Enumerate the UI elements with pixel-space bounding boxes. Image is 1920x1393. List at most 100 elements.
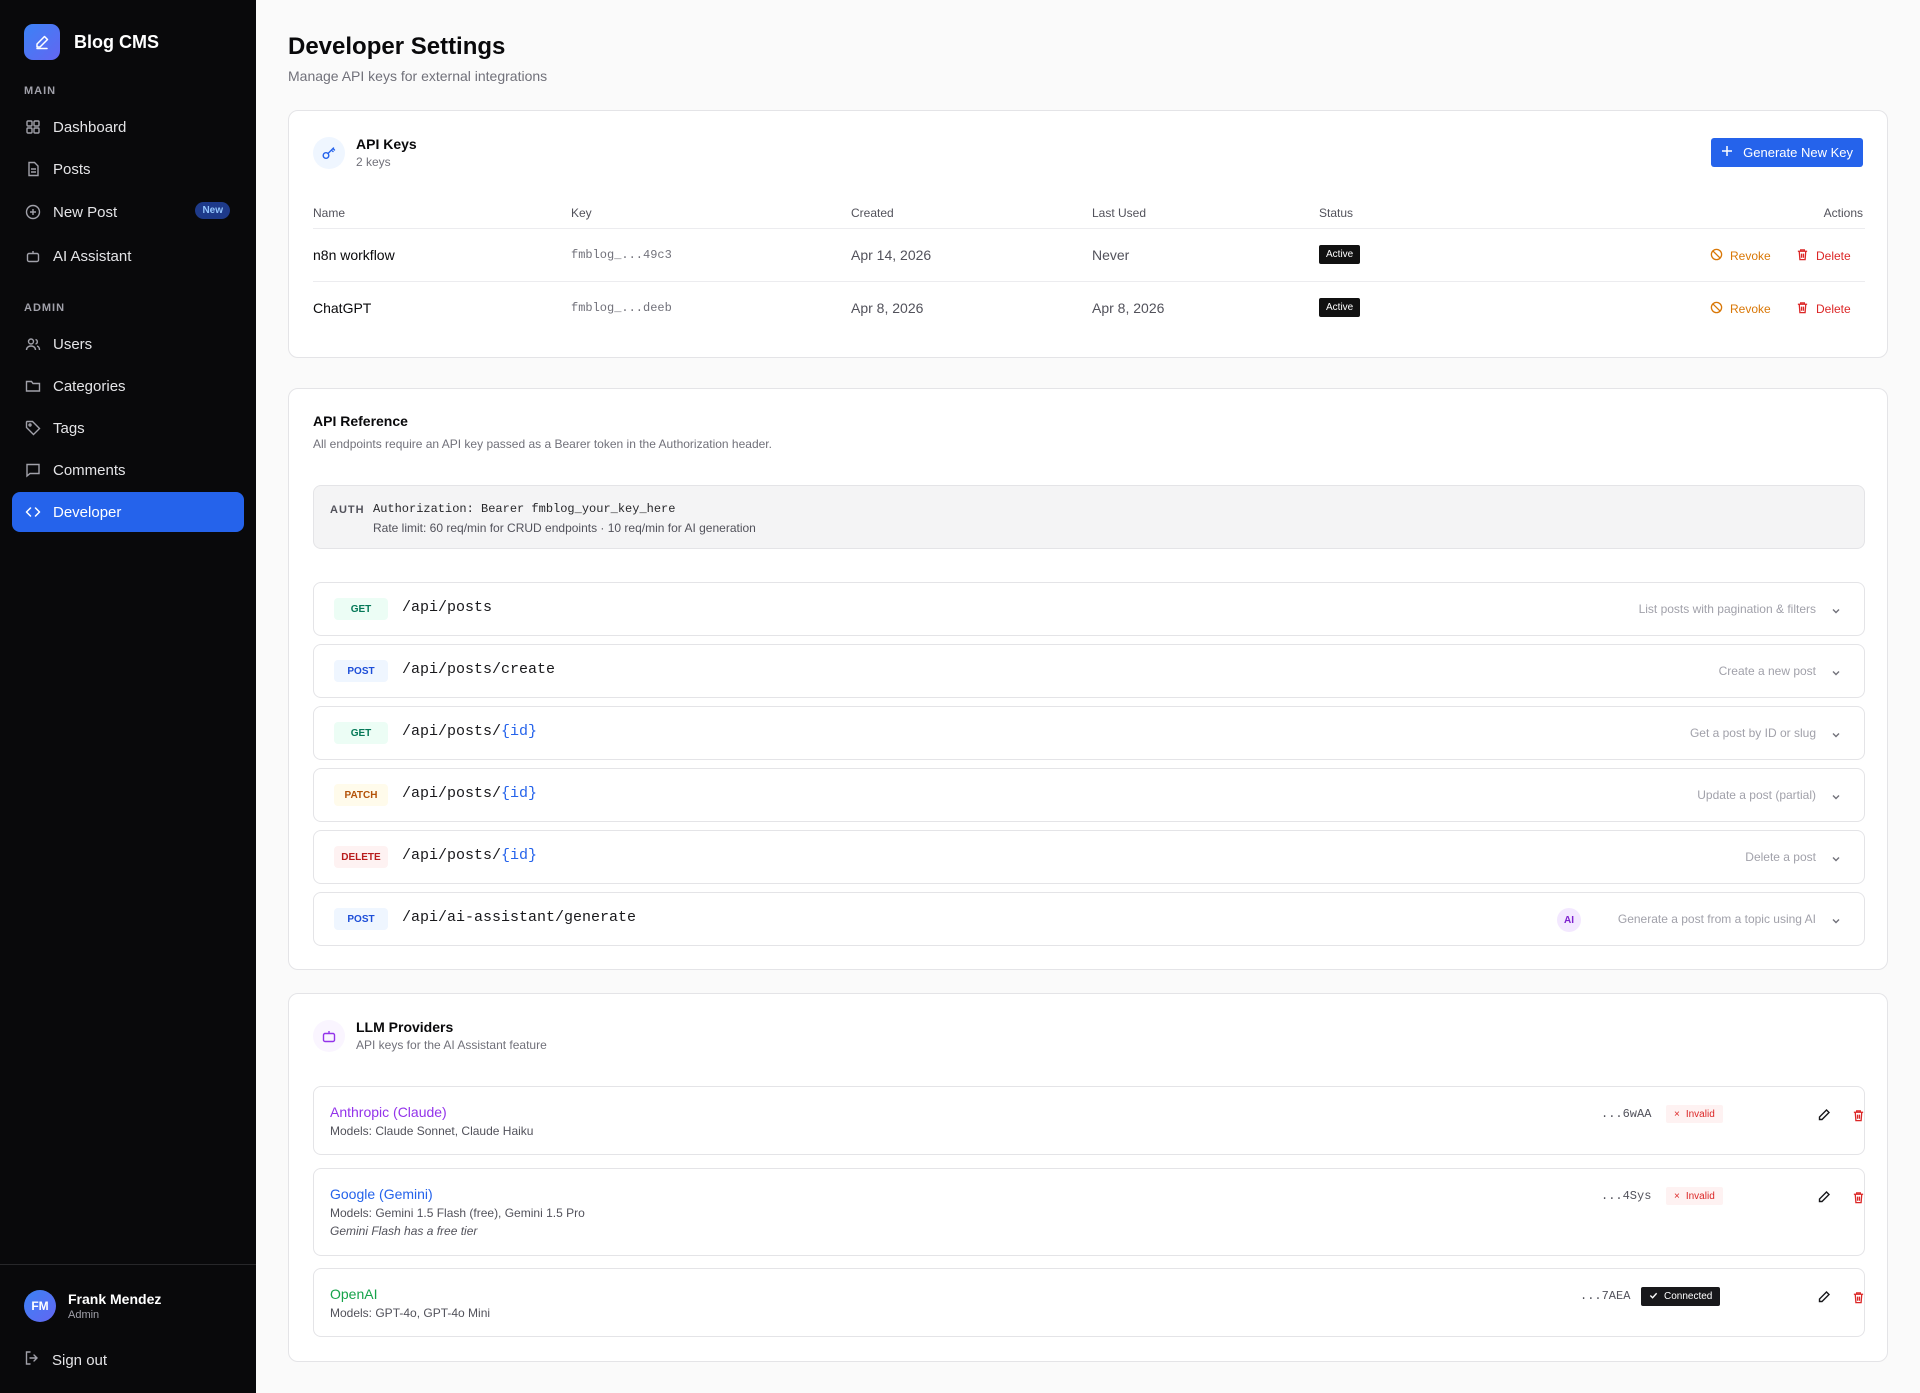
endpoint-row[interactable]: GET /api/posts List posts with paginatio… [313,582,1865,636]
sidebar-item-label: AI Assistant [53,247,132,265]
column-header-created: Created [851,206,894,220]
api-reference-subtitle: All endpoints require an API key passed … [313,437,772,451]
code-icon [25,504,41,520]
generate-key-button[interactable]: Generate New Key [1711,138,1863,167]
provider-name[interactable]: Anthropic (Claude) [330,1104,447,1120]
trash-icon[interactable] [1850,1189,1866,1205]
sidebar-item-tags[interactable]: Tags [12,408,244,448]
api-keys-card: API Keys 2 keys Generate New Key Name Ke… [288,110,1888,358]
sidebar-item-label: Developer [53,503,122,521]
check-icon [1649,1291,1658,1303]
path-text: /api/posts/create [402,661,556,678]
status-label: Connected [1664,1291,1713,1302]
method-badge: PATCH [334,784,388,806]
provider-models: Models: Claude Sonnet, Claude Haiku [330,1124,534,1138]
signout-button[interactable]: Sign out [24,1350,107,1370]
status-badge: × Invalid [1666,1105,1723,1123]
revoke-label: Revoke [1730,249,1771,263]
endpoint-description: Delete a post [1745,850,1816,864]
app-name: Blog CMS [74,31,159,52]
chevron-down-icon [1830,604,1842,622]
delete-button[interactable]: Delete [1796,248,1851,264]
plus-icon [1721,145,1733,160]
folder-icon [25,378,41,394]
edit-icon[interactable] [1816,1107,1832,1123]
path-text: /api/posts/ [402,785,502,802]
file-icon [25,161,41,177]
sidebar-item-developer[interactable]: Developer [12,492,244,532]
sidebar-item-new-post[interactable]: New Post New [12,192,244,232]
sidebar-item-categories[interactable]: Categories [12,366,244,406]
avatar: FM [24,1290,56,1322]
key-value: fmblog_...deeb [571,301,672,315]
path-param: {id} [501,785,538,802]
dashboard-icon [25,119,41,135]
user-profile[interactable]: FM Frank Mendez Admin [24,1290,161,1322]
sidebar-item-label: Posts [53,160,91,178]
endpoint-row[interactable]: PATCH /api/posts/{id} Update a post (par… [313,768,1865,822]
sidebar-divider [0,1264,256,1265]
revoke-button[interactable]: Revoke [1710,301,1771,317]
endpoint-row[interactable]: DELETE /api/posts/{id} Delete a post [313,830,1865,884]
path-text: /api/posts/ [402,723,502,740]
chevron-down-icon [1830,852,1842,870]
sidebar-item-label: New Post [53,203,118,221]
pen-icon [24,24,60,60]
provider-row: Google (Gemini) Models: Gemini 1.5 Flash… [313,1168,1865,1256]
path-param: {id} [501,847,538,864]
generate-key-label: Generate New Key [1743,145,1853,160]
delete-button[interactable]: Delete [1796,301,1851,317]
status-badge: Connected [1641,1287,1721,1306]
endpoint-row[interactable]: GET /api/posts/{id} Get a post by ID or … [313,706,1865,760]
status-label: Invalid [1685,1108,1715,1120]
endpoint-path: /api/posts/create [402,661,555,678]
sidebar-item-comments[interactable]: Comments [12,450,244,490]
endpoint-row[interactable]: POST /api/ai-assistant/generate AI Gener… [313,892,1865,946]
method-badge: POST [334,660,388,682]
ban-icon [1710,248,1723,264]
sidebar-item-users[interactable]: Users [12,324,244,364]
edit-icon[interactable] [1816,1289,1832,1305]
key-name: ChatGPT [313,300,372,316]
bot-icon [313,1020,345,1052]
provider-row: Anthropic (Claude) Models: Claude Sonnet… [313,1086,1865,1155]
column-header-key: Key [571,206,592,220]
endpoint-description: Generate a post from a topic using AI [1617,912,1816,926]
llm-providers-title: LLM Providers [356,1019,454,1035]
nav-section-admin: ADMIN [24,302,66,314]
key-last-used: Never [1092,247,1130,263]
column-header-last-used: Last Used [1092,206,1147,220]
column-header-name: Name [313,206,346,220]
key-name: n8n workflow [313,247,395,263]
table-divider [313,228,1865,229]
trash-icon[interactable] [1850,1289,1866,1305]
status-label: Invalid [1685,1190,1715,1202]
trash-icon[interactable] [1850,1107,1866,1123]
method-badge: GET [334,598,388,620]
sidebar-item-dashboard[interactable]: Dashboard [12,107,244,147]
sidebar-item-posts[interactable]: Posts [12,149,244,189]
api-keys-title: API Keys [356,136,417,152]
provider-name[interactable]: OpenAI [330,1286,377,1302]
endpoint-row[interactable]: POST /api/posts/create Create a new post [313,644,1865,698]
comment-icon [25,462,41,478]
trash-icon [1796,248,1809,264]
rate-limit-text: Rate limit: 60 req/min for CRUD endpoint… [373,521,756,535]
provider-key: ...6wAA [1601,1107,1652,1121]
key-last-used: Apr 8, 2026 [1092,300,1165,316]
method-badge: GET [334,722,388,744]
bot-icon [25,248,41,264]
path-text: /api/ai-assistant/generate [402,909,637,926]
sidebar-item-label: Users [53,335,93,353]
brand[interactable]: Blog CMS [24,24,159,60]
new-badge: New [195,202,230,219]
auth-header-value: Authorization: Bearer fmblog_your_key_he… [373,502,676,516]
llm-providers-subtitle: API keys for the AI Assistant feature [356,1038,547,1052]
endpoint-description: Create a new post [1718,664,1816,678]
edit-icon[interactable] [1816,1189,1832,1205]
sidebar-item-ai-assistant[interactable]: AI Assistant [12,236,244,276]
api-reference-title: API Reference [313,413,408,429]
trash-icon [1796,301,1809,317]
revoke-button[interactable]: Revoke [1710,248,1771,264]
provider-name[interactable]: Google (Gemini) [330,1186,433,1202]
